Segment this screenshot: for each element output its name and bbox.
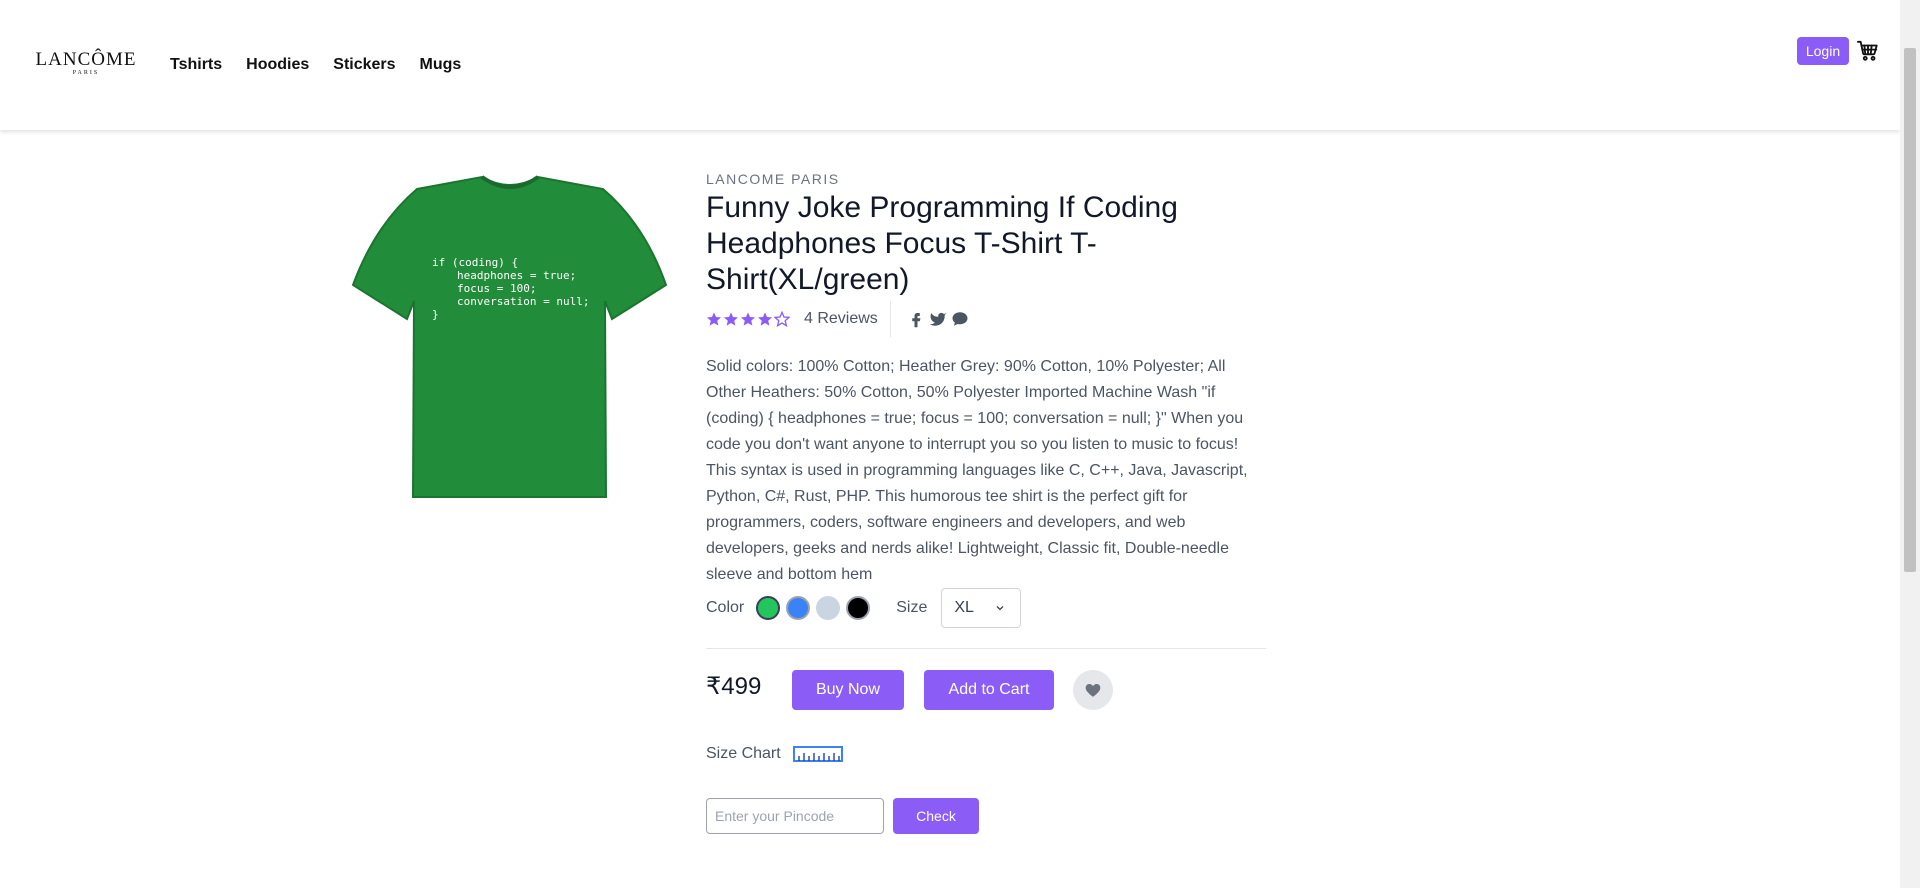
color-swatch-black[interactable] [846,596,871,620]
product-price: ₹499 [706,673,762,700]
shirt-code-line-5: } [432,308,439,321]
product-title: Funny Joke Programming If Coding Headpho… [706,191,1178,296]
nav-mugs[interactable]: Mugs [420,56,462,74]
reviews-count[interactable]: 4 Reviews [804,310,878,328]
size-chart-label: Size Chart [706,745,781,762]
pincode-input[interactable] [706,798,884,834]
color-swatch-gray[interactable] [816,596,841,620]
social-links [907,310,969,328]
check-pincode-button[interactable]: Check [893,798,979,834]
nav-hoodies[interactable]: Hoodies [246,56,309,74]
shirt-code-line-1: if (coding) { [432,256,518,269]
size-label: Size [896,599,928,616]
nav-tshirts[interactable]: Tshirts [170,56,222,74]
main-nav: Tshirts Hoodies Stickers Mugs [170,56,461,74]
facebook-icon[interactable] [907,310,925,328]
logo-text: LANCÔME [35,49,137,70]
shirt-code-line-3: focus = 100; [457,282,536,295]
color-label: Color [706,599,745,616]
site-header: LANCÔME PARIS Tshirts Hoodies Stickers M… [0,0,1900,130]
star-empty-icon [774,311,790,327]
product-description: Solid colors: 100% Cotton; Heather Grey:… [706,358,1248,583]
size-select[interactable]: XL [941,588,1022,628]
star-filled-icon [707,312,721,326]
star-filled-icon [758,312,772,326]
color-swatch-blue[interactable] [786,596,811,620]
section-divider [706,648,1266,649]
divider [889,301,891,337]
nav-stickers[interactable]: Stickers [333,56,395,74]
heart-icon [1085,684,1101,697]
logo-sub: PARIS [72,70,100,76]
rating-row: 4 Reviews [706,301,969,337]
ruler-icon[interactable] [793,746,843,762]
color-swatches [756,596,871,620]
star-filled-icon [741,312,755,326]
add-to-cart-button[interactable]: Add to Cart [924,670,1054,710]
page-scrollbar[interactable] [1900,0,1920,888]
login-button[interactable]: Login [1797,37,1849,65]
size-value: XL [954,599,974,616]
star-rating [706,311,790,327]
logo[interactable]: LANCÔME PARIS [31,50,141,77]
scrollbar-thumb[interactable] [1904,48,1916,572]
wishlist-button[interactable] [1073,670,1113,710]
shirt-code-line-2: headphones = true; [457,269,576,282]
product-options: Color Size XL [706,587,1022,629]
twitter-icon[interactable] [929,310,947,328]
cart-icon[interactable] [1857,40,1879,62]
color-swatch-green[interactable] [756,596,781,620]
buy-now-button[interactable]: Buy Now [792,670,904,710]
product-brand: LANCOME PARIS [706,171,840,187]
chat-icon[interactable] [951,310,969,328]
star-filled-icon [724,312,738,326]
shirt-code-line-4: conversation = null; [457,295,589,308]
product-image: if (coding) { headphones = true; focus =… [351,175,668,498]
chevron-down-icon [996,606,1004,611]
